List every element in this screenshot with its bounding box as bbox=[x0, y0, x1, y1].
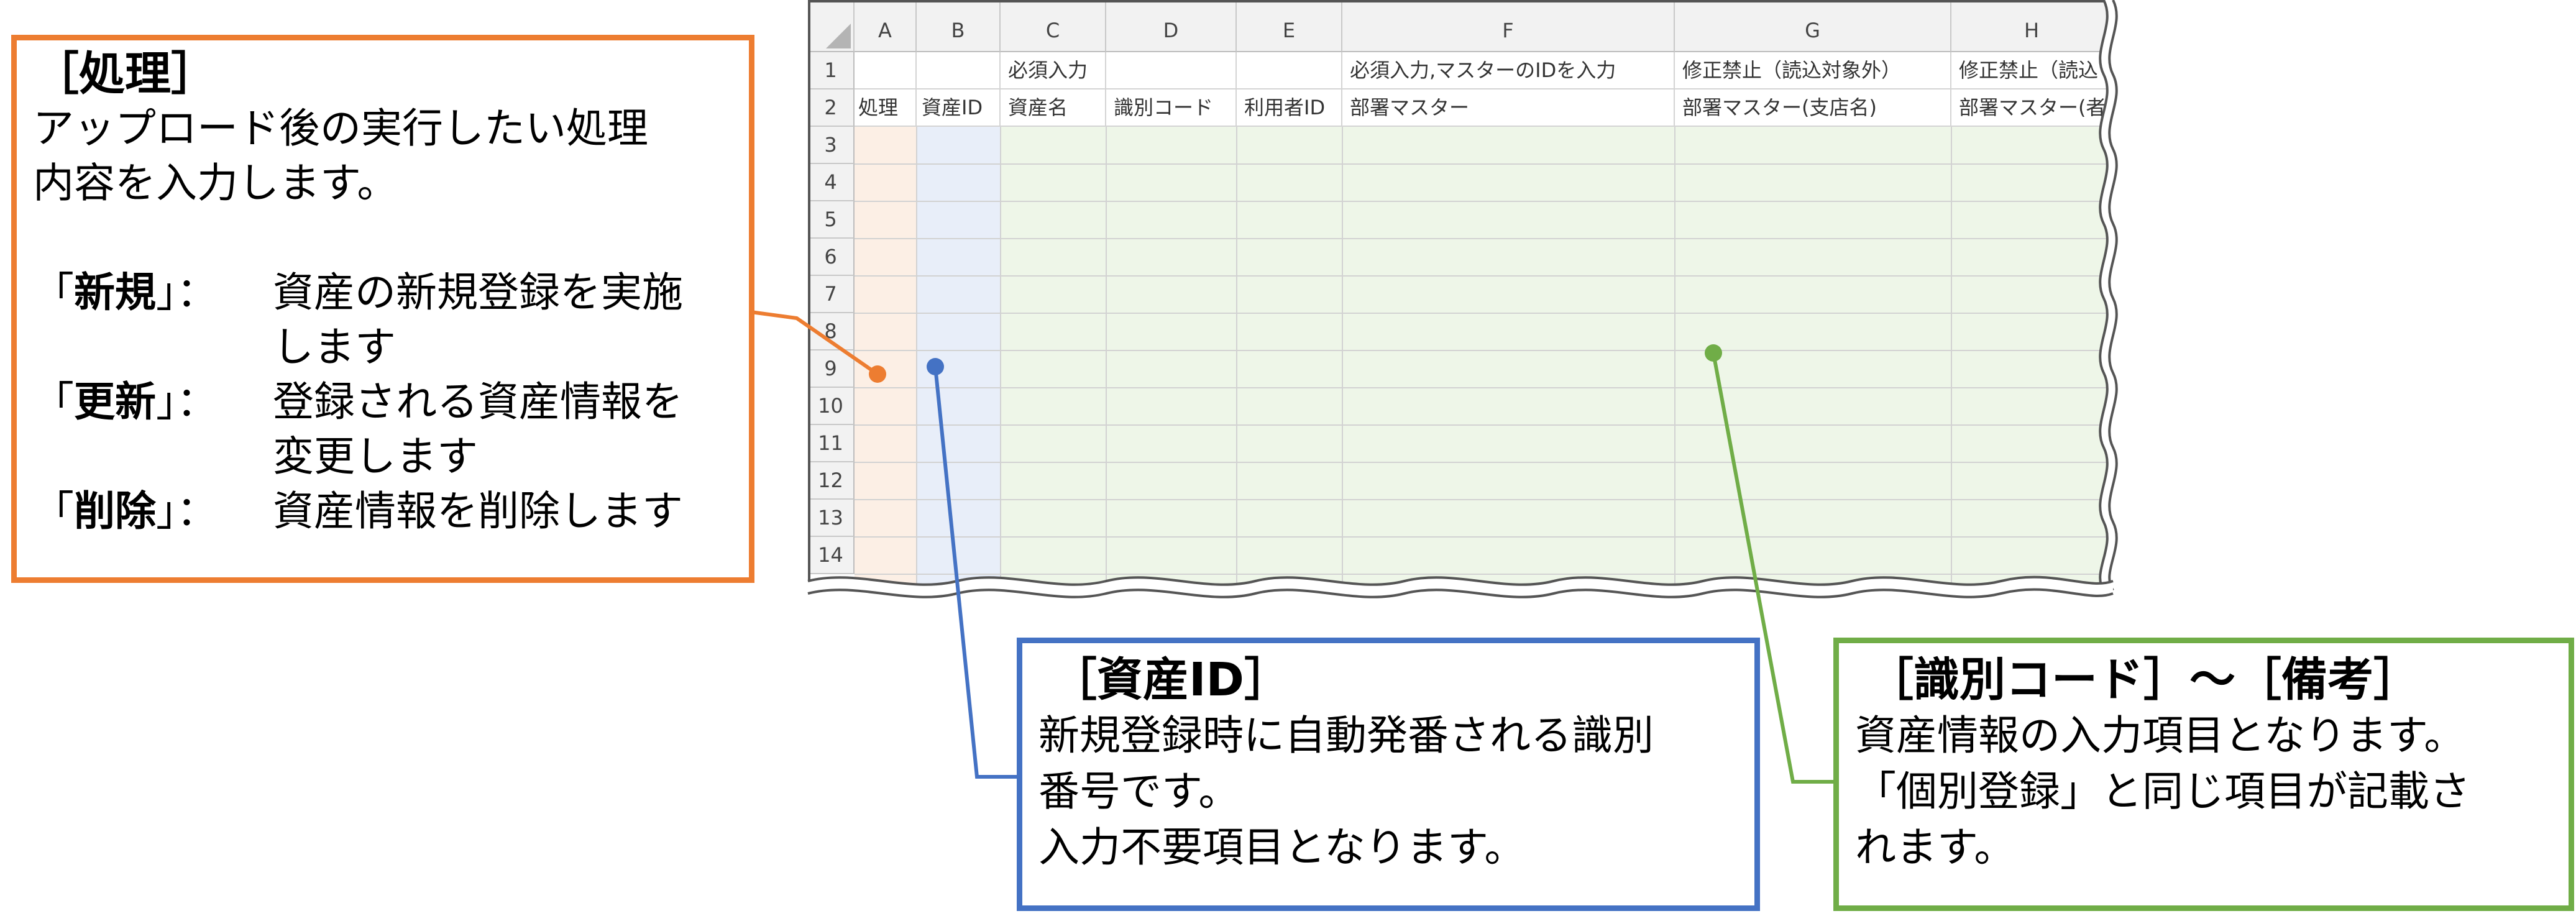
process-item-desc: 資産の新規登録を実施 bbox=[273, 268, 683, 316]
fields-desc-line: れます。 bbox=[1855, 823, 2015, 871]
fields-anchor-dot bbox=[1705, 344, 1722, 362]
process-item-update: 「更新」： 登録される資産情報を bbox=[33, 375, 749, 429]
process-leader-line bbox=[750, 310, 879, 376]
process-item-desc-cont: 変更します bbox=[273, 433, 478, 480]
process-item-delete: 「削除」： 資産情報を削除します bbox=[33, 484, 749, 539]
process-desc-line: 内容を入力します。 bbox=[33, 159, 398, 207]
process-item-new: 「新規」： 資産の新規登録を実施 bbox=[33, 265, 749, 320]
process-callout: ［処理］ アップロード後の実行したい処理 内容を入力します。 「新規」： 資産の新… bbox=[11, 35, 754, 583]
asset-id-desc-line: 新規登録時に自動発番される識別 bbox=[1038, 712, 1654, 759]
process-item-desc-cont: します bbox=[273, 323, 396, 371]
asset-id-anchor-dot bbox=[927, 358, 944, 375]
bracket-open: 「 bbox=[33, 378, 74, 426]
asset-id-leader-line bbox=[933, 366, 1019, 779]
bracket-close: 」： bbox=[156, 487, 218, 535]
fields-desc-line: 「個別登録」と同じ項目が記載さ bbox=[1855, 767, 2470, 815]
fields-desc-line: 資産情報の入力項目となります。 bbox=[1855, 712, 2465, 759]
bracket-open: 「 bbox=[33, 487, 74, 535]
bracket-close: 」： bbox=[156, 378, 218, 426]
process-callout-title: ［処理］ bbox=[33, 47, 217, 101]
process-keyword-delete: 削除 bbox=[74, 487, 156, 535]
process-keyword-update: 更新 bbox=[74, 378, 156, 426]
fields-callout-title: ［識別コード］～［備考］ bbox=[1868, 653, 2419, 707]
process-anchor-dot bbox=[869, 365, 886, 383]
asset-id-desc-line: 番号です。 bbox=[1038, 767, 1240, 815]
process-item-desc: 資産情報を削除します bbox=[273, 487, 683, 535]
process-desc-line: アップロード後の実行したい処理 bbox=[33, 104, 648, 152]
process-keyword-new: 新規 bbox=[74, 268, 156, 316]
asset-id-callout: ［資産ID］ 新規登録時に自動発番される識別 番号です。 入力不要項目となります… bbox=[1017, 638, 1760, 911]
asset-id-desc-line: 入力不要項目となります。 bbox=[1038, 823, 1526, 871]
bracket-close: 」： bbox=[156, 268, 218, 316]
fields-callout: ［識別コード］～［備考］ 資産情報の入力項目となります。 「個別登録」と同じ項目… bbox=[1833, 638, 2574, 911]
asset-id-callout-title: ［資産ID］ bbox=[1051, 653, 1290, 707]
bracket-open: 「 bbox=[33, 268, 74, 316]
process-item-desc: 登録される資産情報を bbox=[273, 378, 683, 426]
